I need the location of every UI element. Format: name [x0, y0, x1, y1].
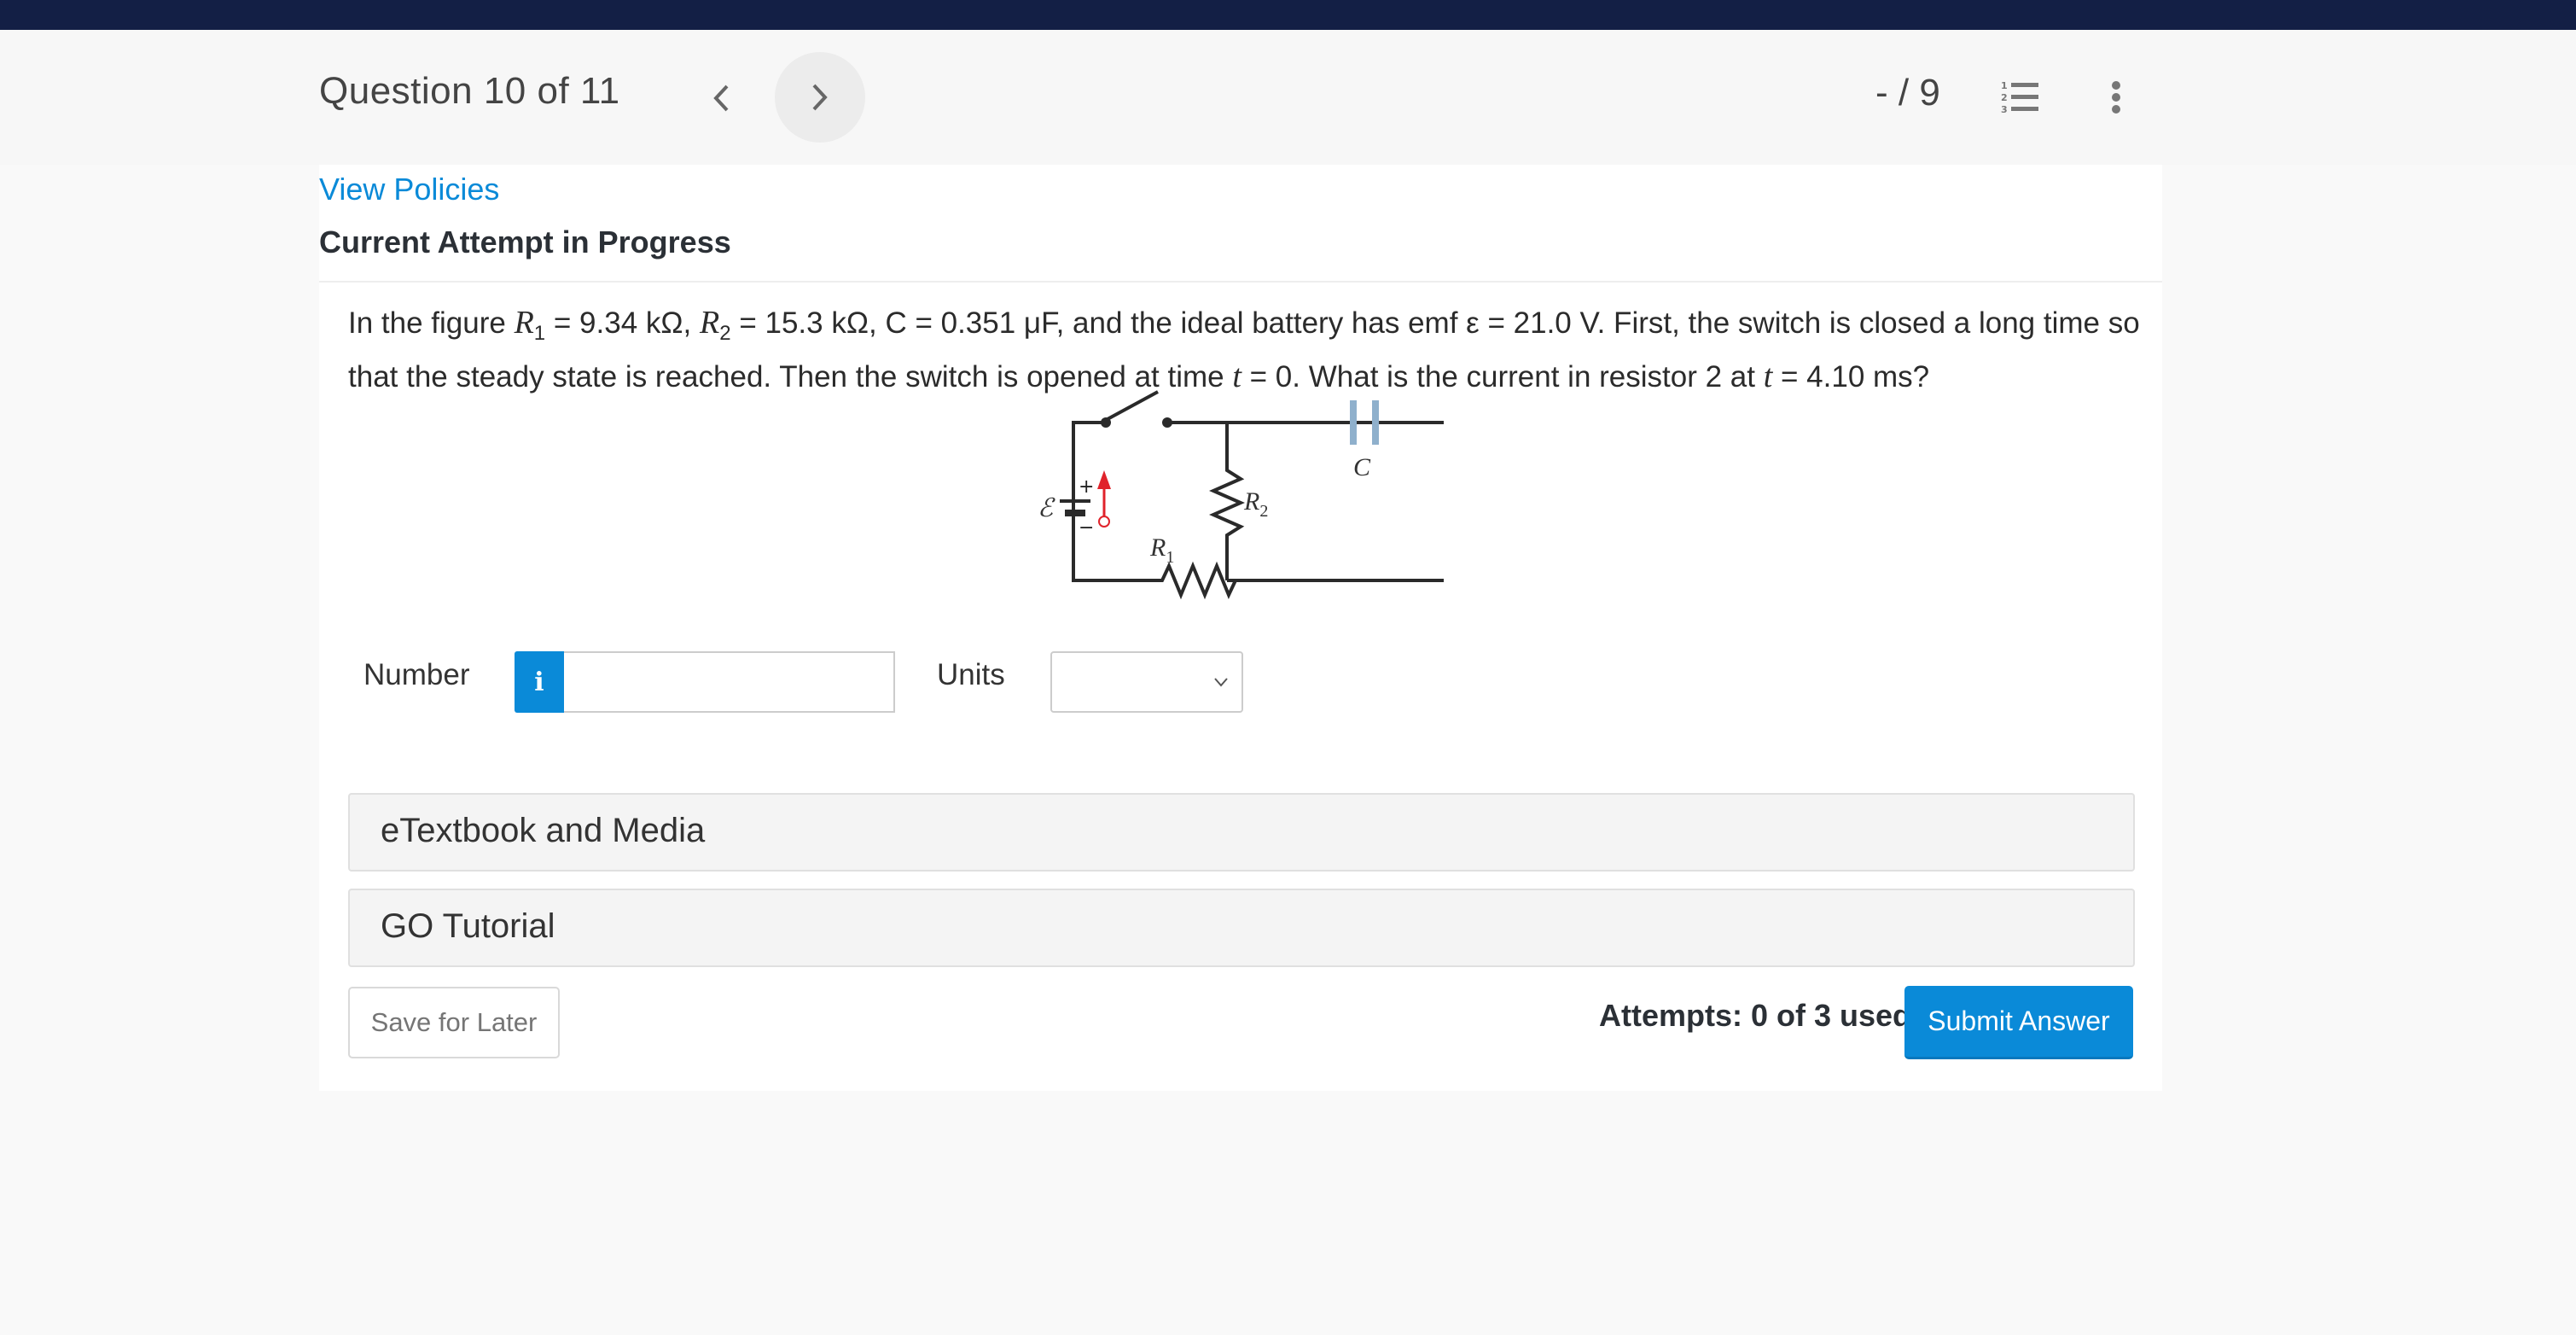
minus-sign: −	[1079, 517, 1094, 539]
capacitor-plate-right	[1372, 400, 1379, 445]
time-symbol: t	[1763, 359, 1773, 394]
number-label: Number	[363, 658, 470, 691]
question-score: - / 9	[1875, 72, 1940, 114]
units-label: Units	[937, 658, 1005, 691]
r1-subscript: 1	[533, 322, 546, 345]
etextbook-media-section[interactable]: eTextbook and Media	[348, 793, 2135, 872]
go-tutorial-section[interactable]: GO Tutorial	[348, 889, 2135, 967]
question-card: View Policies Current Attempt in Progres…	[319, 165, 2162, 1091]
question-text: In the figure R1 = 9.34 kΩ, R2 = 15.3 kΩ…	[348, 301, 2140, 399]
attempt-status-heading: Current Attempt in Progress	[319, 224, 731, 259]
question-text-part: = 9.34 kΩ,	[545, 306, 701, 340]
switch-blade	[1107, 390, 1159, 421]
switch-contact-left	[1101, 417, 1111, 428]
submit-answer-button[interactable]: Submit Answer	[1904, 986, 2133, 1059]
view-policies-link[interactable]: View Policies	[319, 172, 499, 207]
resistor-r1	[1106, 561, 1237, 600]
svg-text:3: 3	[2001, 104, 2008, 115]
wire-left-lower	[1072, 568, 1106, 582]
resistor-r2	[1209, 423, 1245, 580]
section-label: eTextbook and Media	[381, 812, 706, 849]
next-question-button[interactable]	[775, 52, 865, 143]
current-arrow-head	[1097, 470, 1111, 489]
number-input[interactable]	[564, 651, 895, 713]
c-label: C	[1353, 453, 1371, 481]
r1-label-subscript: 1	[1166, 548, 1174, 567]
circuit-diagram: ℰ + − C R2 R1	[1038, 390, 1444, 600]
r1-symbol: R	[514, 305, 534, 341]
battery-negative-plate	[1065, 510, 1085, 516]
r2-subscript: 2	[719, 322, 731, 345]
more-options-button[interactable]	[2101, 79, 2131, 117]
current-arrow-tail	[1098, 516, 1110, 528]
info-icon: i	[534, 667, 544, 697]
r2-label-symbol: R	[1243, 487, 1259, 516]
numbered-list-icon: 1 2 3	[2001, 80, 2038, 115]
chevron-down-icon	[1214, 678, 1228, 687]
previous-question-button[interactable]	[691, 68, 751, 128]
more-vertical-icon	[2112, 81, 2120, 114]
svg-text:2: 2	[2001, 92, 2008, 103]
info-button[interactable]: i	[515, 651, 564, 713]
chevron-right-icon	[812, 84, 828, 111]
question-text-part: = 4.10 ms?	[1772, 360, 1930, 394]
r2-symbol: R	[700, 305, 720, 341]
switch-contact-right	[1162, 417, 1172, 428]
question-list-button[interactable]: 1 2 3	[2001, 79, 2042, 115]
plus-sign: +	[1079, 476, 1094, 498]
r1-label: R1	[1149, 533, 1174, 567]
top-bar	[0, 0, 2576, 30]
units-select[interactable]	[1050, 651, 1243, 713]
svg-text:1: 1	[2001, 80, 2008, 91]
save-for-later-button[interactable]: Save for Later	[348, 987, 560, 1058]
divider	[319, 281, 2162, 283]
question-counter: Question 10 of 11	[319, 70, 620, 112]
r1-label-symbol: R	[1149, 533, 1166, 562]
chevron-left-icon	[713, 85, 729, 112]
r2-label-subscript: 2	[1259, 502, 1268, 521]
emf-label: ℰ	[1038, 493, 1055, 523]
question-text-part: In the figure	[348, 306, 515, 340]
section-label: GO Tutorial	[381, 907, 555, 945]
r2-label: R2	[1243, 487, 1268, 521]
capacitor-plate-left	[1350, 400, 1357, 445]
attempts-counter: Attempts: 0 of 3 used	[1599, 998, 1912, 1033]
